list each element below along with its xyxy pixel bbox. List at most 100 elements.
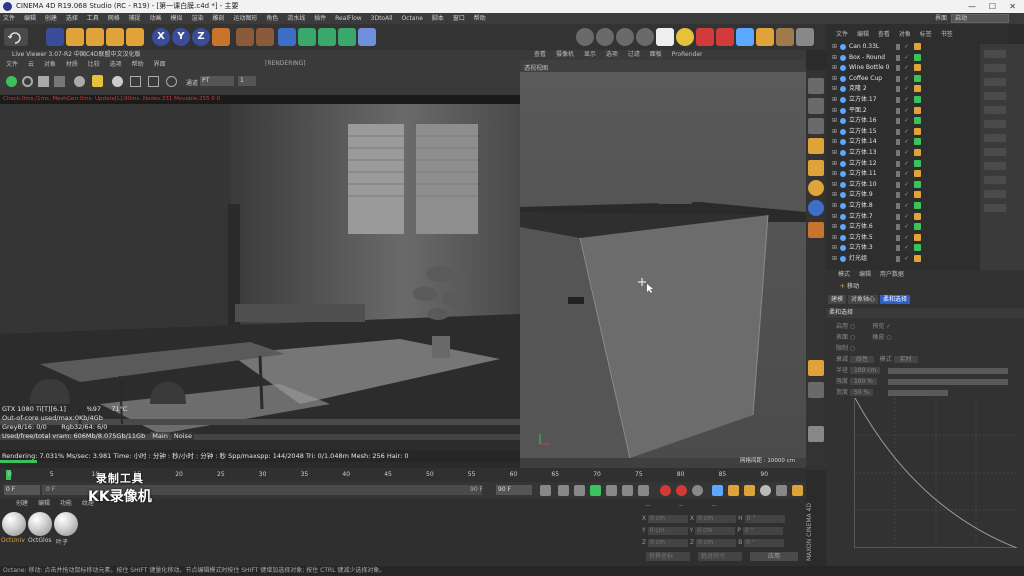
om-menu-bookmarks[interactable]: 书签	[941, 31, 953, 38]
falloff-curve-graph[interactable]	[854, 397, 1018, 549]
start-frame-field[interactable]: 0 F	[4, 485, 40, 495]
layer-slot[interactable]	[984, 162, 1006, 170]
enabled-check-icon[interactable]: ✓	[904, 63, 909, 74]
snap-settings-icon[interactable]	[808, 200, 824, 216]
material-tag-icon[interactable]	[914, 127, 921, 135]
tab-object-axis[interactable]: 对象轴心	[848, 295, 879, 304]
lv-menu-objects[interactable]: 对象	[44, 61, 56, 68]
menu-mograph[interactable]: 运动图形	[233, 15, 257, 22]
layer-slot[interactable]	[984, 120, 1006, 128]
om-menu-file[interactable]: 文件	[836, 31, 848, 38]
material-tag-icon[interactable]	[914, 85, 921, 93]
expand-icon[interactable]: ⊞	[832, 95, 837, 106]
pos-x-field[interactable]: 0 cm	[648, 515, 689, 523]
scale-key-icon[interactable]	[728, 485, 739, 496]
material-ball-leaf[interactable]	[54, 512, 78, 536]
om-menu-edit[interactable]: 编辑	[857, 31, 869, 38]
material-tag-icon[interactable]	[914, 180, 921, 188]
layer-slot[interactable]	[984, 190, 1006, 198]
menu-animate[interactable]: 动画	[150, 15, 162, 22]
enabled-check-icon[interactable]: ✓	[904, 127, 909, 138]
material-tag-icon[interactable]	[914, 191, 921, 199]
settings-gear-icon[interactable]	[74, 76, 85, 87]
channel-select[interactable]: PT	[200, 76, 234, 86]
enabled-check-icon[interactable]: ✓	[904, 148, 909, 159]
menu-realflow[interactable]: RealFlow	[335, 15, 362, 22]
rotate-tool-icon[interactable]	[106, 28, 124, 46]
material-ball-octglos[interactable]	[28, 512, 52, 536]
expand-icon[interactable]: ⊞	[832, 169, 837, 180]
strength-slider[interactable]	[888, 379, 1008, 385]
area-light-icon[interactable]	[656, 28, 674, 46]
mat-menu-function[interactable]: 功能	[60, 500, 72, 507]
expand-icon[interactable]: ⊞	[832, 201, 837, 212]
material-tag-icon[interactable]	[914, 117, 921, 125]
render-view-icon[interactable]	[236, 28, 254, 46]
coord-mode-select[interactable]: 世界坐标	[646, 552, 690, 561]
paint-icon[interactable]	[808, 360, 824, 376]
minimize-icon[interactable]: —	[968, 0, 976, 13]
keyframe-selection-icon[interactable]	[692, 485, 703, 496]
visibility-icon[interactable]	[896, 139, 900, 146]
menu-select[interactable]: 选择	[66, 15, 78, 22]
enabled-check-icon[interactable]: ✓	[904, 159, 909, 170]
position-key-icon[interactable]	[712, 485, 723, 496]
timeline-menu-icon[interactable]	[792, 485, 803, 496]
lv-menu-materials[interactable]: 材质	[66, 61, 78, 68]
subdivision-icon[interactable]	[318, 28, 336, 46]
enabled-check-icon[interactable]: ✓	[904, 137, 909, 148]
visibility-icon[interactable]	[896, 203, 900, 209]
menu-file[interactable]: 文件	[3, 15, 15, 22]
visibility-icon[interactable]	[896, 118, 900, 125]
vp-menu-camera[interactable]: 摄像机	[556, 51, 574, 58]
material-tag-icon[interactable]	[914, 233, 921, 241]
rot-h-field[interactable]: 0 °	[744, 515, 785, 523]
octane-tools-icon[interactable]	[796, 28, 814, 46]
expand-icon[interactable]: ⊞	[832, 148, 837, 159]
size-y-field[interactable]: 0 cm	[695, 527, 736, 535]
expand-icon[interactable]: ⊞	[832, 243, 837, 254]
material-tag-icon[interactable]	[914, 244, 921, 252]
sun-light-icon[interactable]	[676, 28, 694, 46]
polygons-mode-icon[interactable]	[808, 118, 824, 134]
enabled-check-icon[interactable]: ✓	[904, 169, 909, 180]
om-menu-view[interactable]: 查看	[878, 31, 890, 38]
menu-3dtoall[interactable]: 3DtoAll	[371, 15, 393, 22]
visibility-icon[interactable]	[896, 234, 900, 241]
expand-icon[interactable]: ⊞	[832, 116, 837, 127]
next-key-icon[interactable]	[622, 485, 633, 496]
expand-icon[interactable]: ⊞	[832, 222, 837, 233]
menu-character[interactable]: 角色	[266, 15, 278, 22]
rotation-key-icon[interactable]	[744, 485, 755, 496]
enabled-check-icon[interactable]: ✓	[904, 190, 909, 201]
axis-y-button[interactable]: Y	[172, 28, 190, 46]
undo-icon[interactable]	[4, 28, 28, 46]
material-tag-icon[interactable]	[914, 96, 921, 103]
mat-menu-edit[interactable]: 编辑	[38, 500, 50, 507]
layer-slot[interactable]	[984, 134, 1006, 142]
layer-slot[interactable]	[984, 148, 1006, 156]
lv-menu-cloud[interactable]: 云	[28, 61, 34, 68]
om-menu-tags[interactable]: 标签	[920, 31, 932, 38]
close-icon[interactable]: ✕	[1009, 0, 1016, 13]
edges-mode-icon[interactable]	[808, 98, 824, 114]
vp-menu-panel[interactable]: 面板	[650, 51, 662, 58]
material-ball-icon[interactable]	[112, 76, 123, 87]
pos-y-field[interactable]: 0 cm	[647, 527, 688, 535]
expand-icon[interactable]: ⊞	[832, 137, 837, 148]
viewport-canvas[interactable]	[520, 72, 806, 458]
size-z-field[interactable]: 0 cm	[696, 539, 737, 547]
octane-sun-icon[interactable]	[776, 28, 794, 46]
coordinate-system-icon[interactable]	[212, 28, 230, 46]
pen-icon[interactable]	[298, 28, 316, 46]
stop-icon[interactable]	[54, 76, 65, 87]
material-tag-icon[interactable]	[914, 64, 921, 72]
visibility-icon[interactable]	[896, 256, 900, 262]
enabled-check-icon[interactable]: ✓	[904, 180, 909, 191]
layer-slot[interactable]	[984, 106, 1006, 114]
visibility-icon[interactable]	[896, 44, 900, 50]
visibility-icon[interactable]	[896, 245, 900, 252]
radius-slider[interactable]	[888, 368, 1008, 374]
start-render-icon[interactable]	[6, 76, 17, 87]
enabled-check-icon[interactable]: ✓	[904, 116, 909, 127]
